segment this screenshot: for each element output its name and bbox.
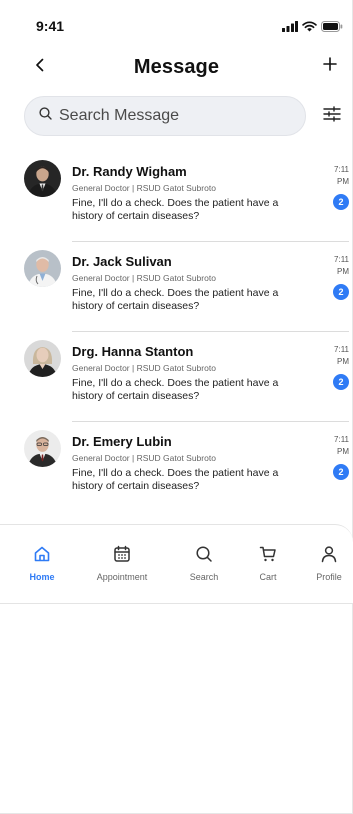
search-bar[interactable] [24, 96, 306, 136]
status-icons [282, 19, 343, 37]
header: Message [0, 54, 353, 82]
nav-label: Home [29, 572, 55, 582]
message-item[interactable]: Drg. Hanna Stanton General Doctor | RSUD… [0, 332, 353, 422]
nav-label: Cart [259, 572, 277, 582]
page-title: Message [133, 56, 220, 78]
message-time: 7:11 PM [334, 435, 349, 456]
doctor-subtitle: General Doctor | RSUD Gatot Subroto [72, 273, 216, 283]
message-preview: Fine, I'll do a check. Does the patient … [72, 197, 279, 222]
message-item[interactable]: Dr. Emery Lubin General Doctor | RSUD Ga… [0, 422, 353, 512]
filter-button[interactable] [319, 104, 345, 128]
nav-label: Profile [316, 572, 342, 582]
message-time: 7:11 PM [334, 255, 349, 276]
message-time: 7:11 PM [334, 165, 349, 186]
cart-icon [238, 543, 298, 565]
doctor-name: Dr. Randy Wigham [72, 164, 187, 179]
plus-icon [323, 56, 337, 76]
battery-icon [321, 19, 343, 37]
message-preview: Fine, I'll do a check. Does the patient … [72, 377, 279, 402]
doctor-subtitle: General Doctor | RSUD Gatot Subroto [72, 183, 216, 193]
avatar [24, 160, 61, 197]
unread-badge: 2 [333, 374, 349, 390]
doctor-subtitle: General Doctor | RSUD Gatot Subroto [72, 453, 216, 463]
nav-item-cart[interactable]: Cart [238, 543, 298, 582]
wifi-icon [302, 19, 317, 37]
unread-badge: 2 [333, 464, 349, 480]
message-time: 7:11 PM [334, 345, 349, 366]
message-preview: Fine, I'll do a check. Does the patient … [72, 467, 279, 492]
message-item[interactable]: Dr. Jack Sulivan General Doctor | RSUD G… [0, 242, 353, 332]
unread-badge: 2 [333, 284, 349, 300]
signal-icon [282, 19, 298, 37]
nav-label: Search [189, 572, 219, 582]
bottom-nav: Home Appointment Search Cart Profile [0, 524, 353, 604]
search-icon [174, 543, 234, 565]
nav-item-home[interactable]: Home [12, 543, 72, 582]
nav-item-profile[interactable]: Profile [299, 543, 353, 582]
sliders-icon [323, 105, 341, 128]
doctor-name: Drg. Hanna Stanton [72, 344, 194, 359]
message-item[interactable]: Dr. Randy Wigham General Doctor | RSUD G… [0, 152, 353, 242]
doctor-name: Dr. Jack Sulivan [72, 254, 172, 269]
nav-item-search[interactable]: Search [174, 543, 234, 582]
nav-label: Appointment [96, 572, 148, 582]
nav-item-appointment[interactable]: Appointment [92, 543, 152, 582]
status-bar: 9:41 [0, 0, 353, 50]
status-time: 9:41 [36, 18, 65, 34]
search-icon [39, 107, 52, 125]
message-screen: 9:41 Message Search Message Dr. Randy Wi… [0, 0, 353, 814]
doctor-subtitle: General Doctor | RSUD Gatot Subroto [72, 363, 216, 373]
avatar [24, 340, 61, 377]
message-preview: Fine, I'll do a check. Does the patient … [72, 287, 279, 312]
home-icon [12, 543, 72, 565]
message-list: Dr. Randy Wigham General Doctor | RSUD G… [0, 152, 353, 512]
calendar-icon [92, 543, 152, 565]
avatar [24, 430, 61, 467]
search-input[interactable] [59, 107, 279, 125]
unread-badge: 2 [333, 194, 349, 210]
avatar [24, 250, 61, 287]
profile-icon [299, 543, 353, 565]
doctor-name: Dr. Emery Lubin [72, 434, 172, 449]
add-message-button[interactable] [319, 55, 341, 77]
